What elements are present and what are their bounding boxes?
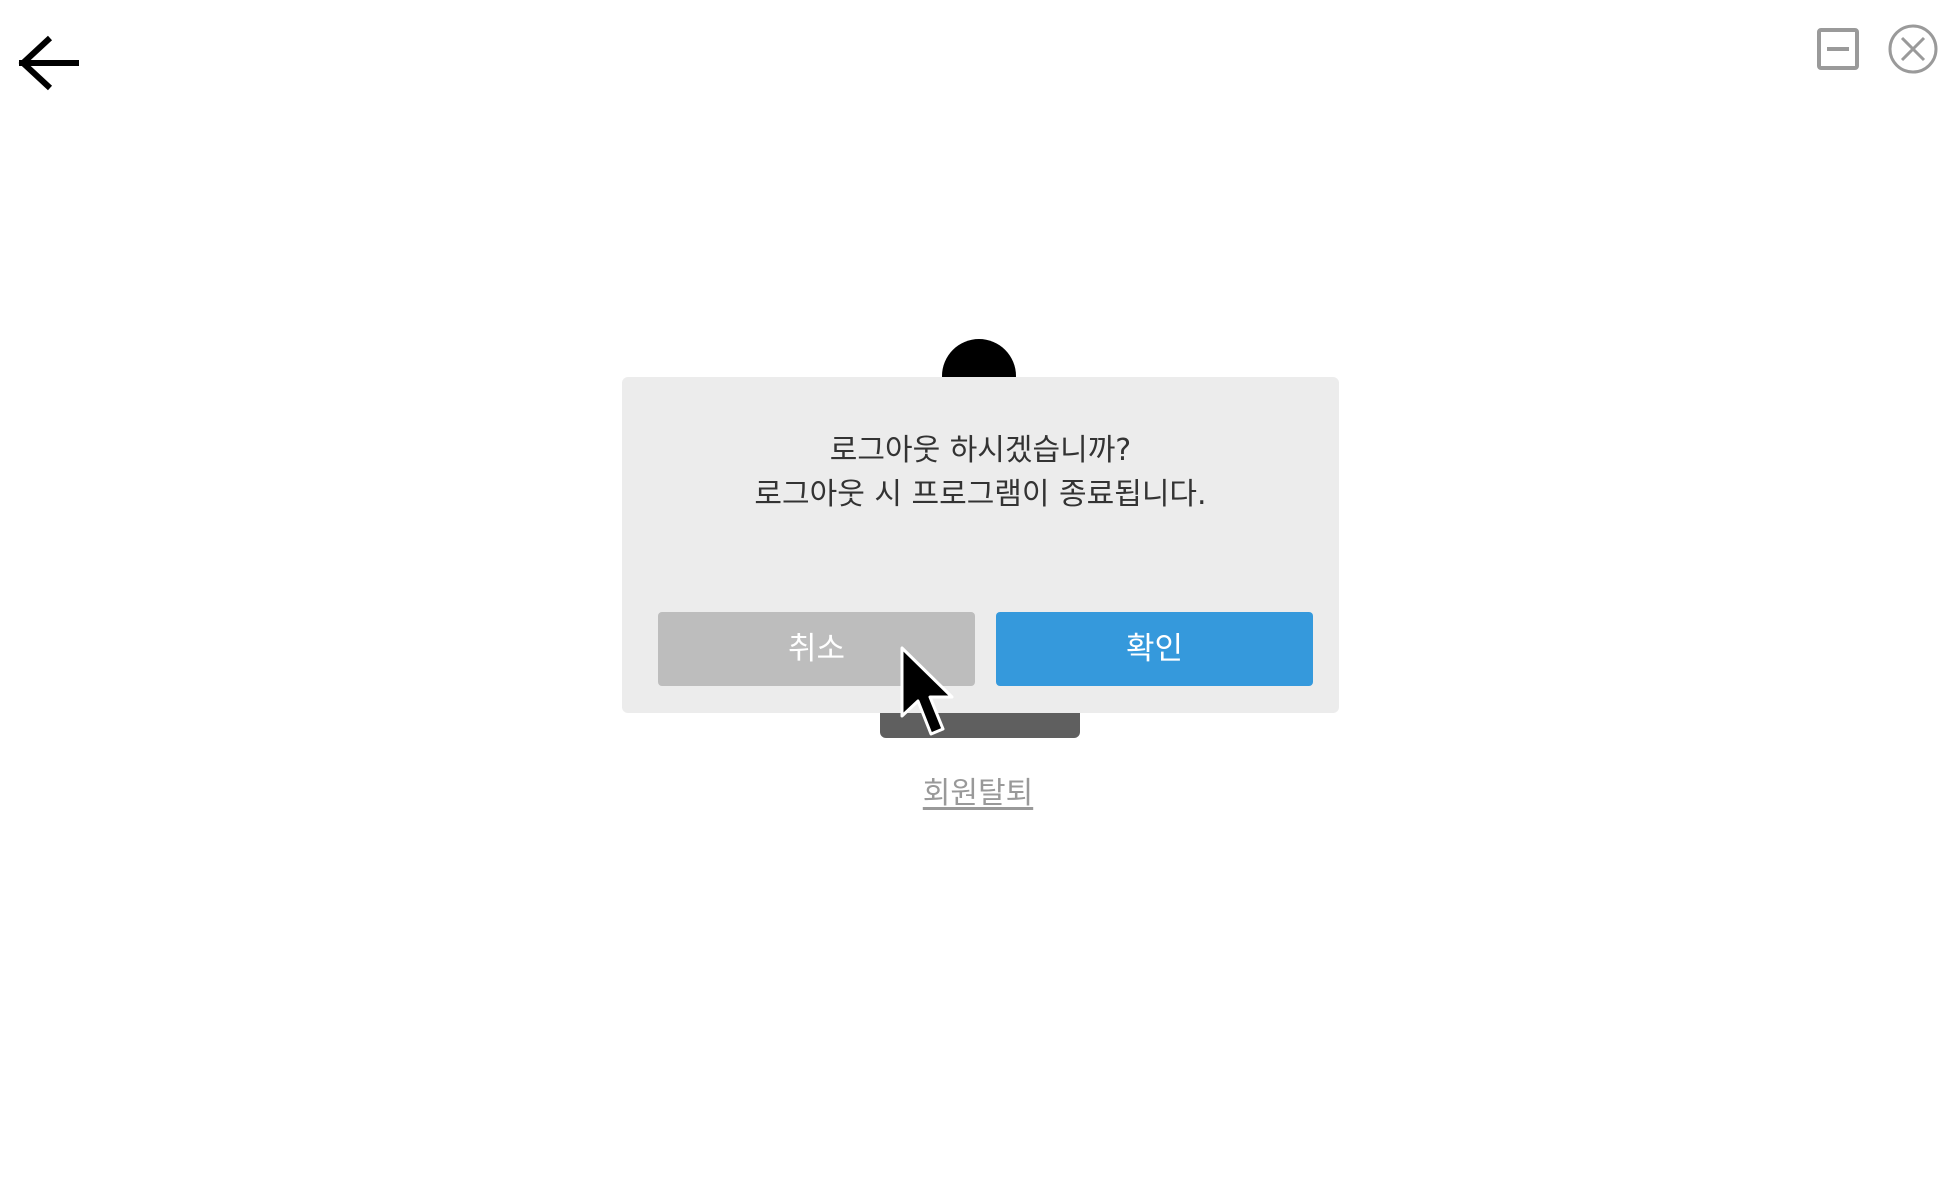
logout-screen: 회원탈퇴 로그아웃 하시겠습니까? 로그아웃 시 프로그램이 종료됩니다. 취소… [0,0,1956,1200]
minimize-button[interactable] [1812,22,1866,76]
dialog-message-line1: 로그아웃 하시겠습니까? [829,433,1132,468]
dialog-message: 로그아웃 하시겠습니까? 로그아웃 시 프로그램이 종료됩니다. [622,429,1339,517]
close-button[interactable] [1886,22,1940,76]
logout-confirm-dialog: 로그아웃 하시겠습니까? 로그아웃 시 프로그램이 종료됩니다. 취소 확인 [622,377,1339,713]
confirm-button[interactable]: 확인 [996,612,1313,686]
arrow-left-icon [18,35,79,91]
withdraw-link[interactable]: 회원탈퇴 [923,776,1033,811]
minimize-icon [1817,28,1859,70]
cancel-button[interactable]: 취소 [658,612,975,686]
close-circle-icon [1888,24,1938,74]
withdraw-link-row: 회원탈퇴 [0,768,1956,812]
dialog-message-line2: 로그아웃 시 프로그램이 종료됩니다. [754,477,1207,512]
back-button[interactable] [14,30,80,96]
